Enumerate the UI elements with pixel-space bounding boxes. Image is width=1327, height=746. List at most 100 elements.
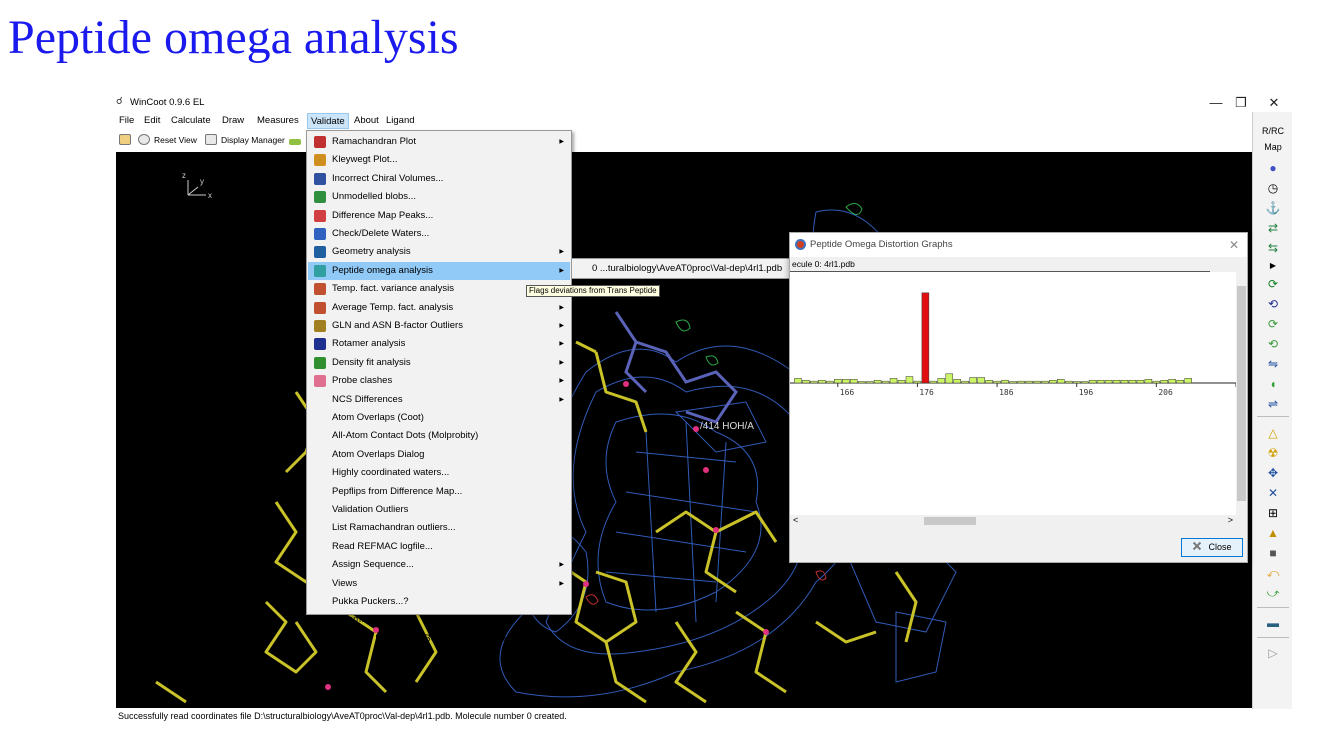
menu-edit[interactable]: Edit — [141, 113, 163, 129]
validate-menu-item[interactable]: NCS Differences ▶ — [308, 391, 570, 409]
omega-bar[interactable] — [1080, 381, 1089, 384]
reset-view-button[interactable]: Reset View — [138, 133, 197, 148]
omega-bar[interactable] — [1136, 379, 1145, 384]
omega-bar[interactable] — [881, 380, 890, 384]
validate-menu-item[interactable]: Rotamer analysis ▶ — [308, 335, 570, 353]
validate-menu-item[interactable]: Kleywegt Plot... — [308, 151, 570, 169]
omega-bar[interactable] — [802, 379, 810, 384]
omega-bar[interactable] — [1152, 380, 1161, 384]
validate-menu-item[interactable]: Read REFMAC logfile... — [308, 538, 570, 556]
omega-bar[interactable] — [953, 379, 961, 384]
dialog-close-icon[interactable]: ✕ — [1229, 233, 1239, 257]
water-atom-414[interactable] — [693, 426, 699, 432]
play-icon[interactable]: ▷ — [1265, 645, 1281, 661]
maximize-button[interactable]: ❐ — [1223, 93, 1259, 112]
validate-menu-item[interactable]: List Ramachandran outliers... — [308, 519, 570, 537]
validate-menu-item[interactable]: Atom Overlaps (Coot) — [308, 409, 570, 427]
omega-bar[interactable] — [1041, 380, 1049, 384]
flip-icon[interactable]: ⇋ — [1265, 356, 1281, 372]
torsion-icon[interactable]: ⇌ — [1265, 396, 1281, 412]
validate-menu-item[interactable]: Probe clashes ▶ — [308, 372, 570, 390]
omega-bar[interactable] — [842, 379, 850, 384]
open-folder-button[interactable] — [119, 133, 135, 148]
omega-bar[interactable] — [945, 373, 954, 384]
omega-bar[interactable] — [849, 379, 858, 384]
validate-menu-item[interactable]: Pepflips from Difference Map... — [308, 483, 570, 501]
validate-menu-item[interactable]: Check/Delete Waters... — [308, 225, 570, 243]
monitor-icon[interactable]: ▬ — [1265, 615, 1281, 631]
validate-menu-item[interactable]: Difference Map Peaks... — [308, 207, 570, 225]
omega-bar[interactable] — [929, 380, 938, 384]
omega-bar[interactable] — [857, 381, 866, 384]
omega-bar[interactable] — [1072, 381, 1081, 384]
omega-bar[interactable] — [810, 380, 818, 384]
undo-icon[interactable]: ⤺ — [1265, 565, 1281, 581]
go-to-atom-button[interactable] — [289, 133, 305, 148]
menu-calculate[interactable]: Calculate — [168, 113, 214, 129]
vertical-scrollbar[interactable] — [1236, 272, 1247, 515]
validate-menu-item[interactable]: Validation Outliers — [308, 501, 570, 519]
omega-bar[interactable] — [1033, 380, 1041, 384]
omega-bar[interactable] — [905, 376, 914, 384]
validate-menu-item[interactable]: Views ▶ — [308, 575, 570, 593]
horizontal-scroll-thumb[interactable] — [924, 517, 976, 525]
validate-menu-item[interactable]: GLN and ASN B-factor Outliers ▶ — [308, 317, 570, 335]
horizontal-scrollbar[interactable]: < > — [790, 515, 1236, 527]
move-icon[interactable]: ✥ — [1265, 465, 1281, 481]
omega-bar[interactable] — [1176, 379, 1184, 384]
bin-icon[interactable]: ■ — [1265, 545, 1281, 561]
omega-bar[interactable] — [1025, 380, 1033, 384]
rotamer2-icon[interactable]: ⟲ — [1265, 296, 1281, 312]
validate-menu-item[interactable]: All-Atom Contact Dots (Molprobity) — [308, 427, 570, 445]
omega-bar[interactable] — [1120, 379, 1129, 384]
omega-bar[interactable] — [794, 378, 802, 384]
cross-icon[interactable]: ✕ — [1265, 485, 1281, 501]
omega-bar[interactable] — [889, 378, 898, 384]
radiation-icon[interactable]: ☢ — [1265, 445, 1281, 461]
redo-icon[interactable]: ⤻ — [1265, 585, 1281, 601]
validate-menu-item[interactable]: Atom Overlaps Dialog — [308, 446, 570, 464]
validate-menu-item[interactable]: Assign Sequence... ▶ — [308, 556, 570, 574]
omega-bar[interactable] — [1049, 379, 1057, 384]
scroll-right-arrow[interactable]: > — [1228, 515, 1233, 525]
sphere-refine-icon[interactable]: ● — [1265, 160, 1281, 176]
clock-icon[interactable]: ◷ — [1265, 180, 1281, 196]
omega-bar[interactable] — [1065, 380, 1073, 384]
omega-bar[interactable] — [1088, 379, 1097, 384]
omega-bar[interactable] — [993, 380, 1001, 384]
omega-bar[interactable] — [1168, 379, 1177, 384]
menu-file[interactable]: File — [116, 113, 137, 129]
omega-bar[interactable] — [1128, 379, 1137, 384]
menu-draw[interactable]: Draw — [219, 113, 247, 129]
validate-menu-item[interactable]: Incorrect Chiral Volumes... — [308, 170, 570, 188]
validate-menu-item[interactable]: Geometry analysis ▶ — [308, 243, 570, 261]
omega-bar[interactable] — [897, 379, 906, 384]
validate-menu-item[interactable]: Average Temp. fact. analysis ▶ — [308, 299, 570, 317]
omega-bar[interactable] — [865, 381, 874, 384]
display-manager-button[interactable]: Display Manager — [205, 133, 285, 148]
omega-bar[interactable] — [826, 380, 834, 384]
omega-bar[interactable] — [1009, 381, 1017, 384]
bowl-icon[interactable]: ◖ — [1265, 376, 1281, 392]
helix2-icon[interactable]: ⇆ — [1265, 240, 1281, 256]
validate-menu-item[interactable]: Pukka Puckers...? — [308, 593, 570, 611]
refine-icon[interactable]: ⟳ — [1265, 316, 1281, 332]
omega-bar[interactable] — [1112, 379, 1121, 384]
omega-bar[interactable] — [1096, 379, 1105, 384]
plus-box-icon[interactable]: ⊞ — [1265, 505, 1281, 521]
molecule-tab[interactable]: ecule 0: 4rl1.pdb — [790, 257, 1210, 272]
validate-menu-item[interactable]: Unmodelled blobs... — [308, 188, 570, 206]
omega-bar-outlier[interactable] — [921, 292, 930, 384]
validate-menu-item[interactable]: Alignment vs PIR... — [308, 611, 570, 629]
omega-bar[interactable] — [913, 380, 922, 384]
atom-add-icon[interactable]: △ — [1265, 425, 1281, 441]
omega-bar[interactable] — [1144, 379, 1153, 384]
menu-measures[interactable]: Measures — [254, 113, 302, 129]
menu-about[interactable]: About — [351, 113, 382, 129]
helix-icon[interactable]: ⇄ — [1265, 220, 1281, 236]
omega-bar[interactable] — [969, 377, 977, 384]
validate-menu-item[interactable]: Density fit analysis ▶ — [308, 354, 570, 372]
anchor-icon[interactable]: ⚓ — [1265, 200, 1281, 216]
validate-menu-item[interactable]: Peptide omega analysis ▶ — [308, 261, 570, 281]
omega-bar[interactable] — [961, 380, 969, 384]
